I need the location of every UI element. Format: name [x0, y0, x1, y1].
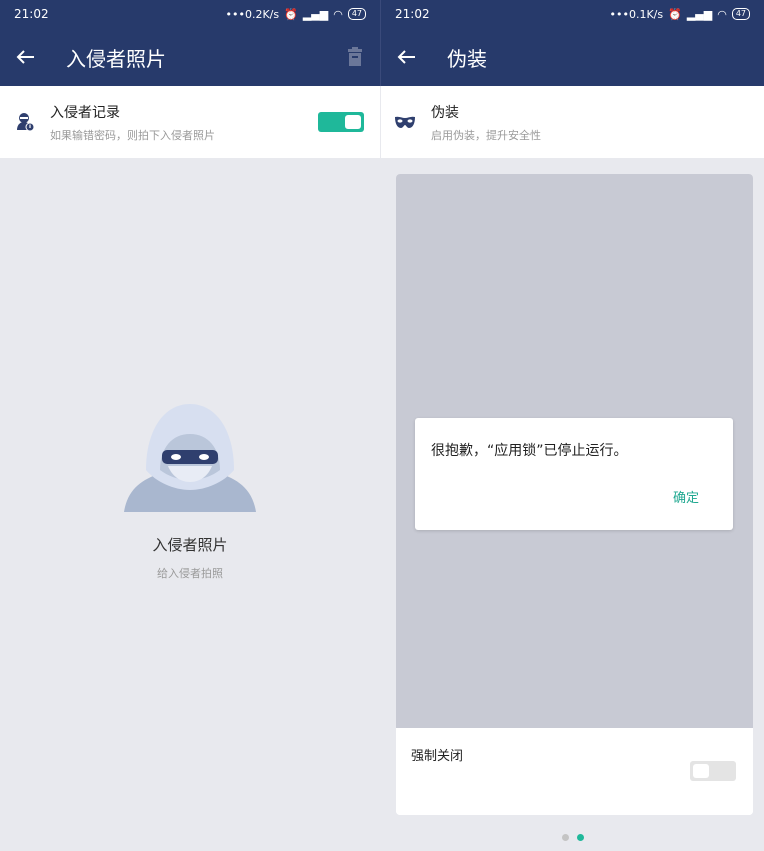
- toggle-knob: [693, 764, 709, 778]
- back-arrow-icon[interactable]: [395, 46, 417, 68]
- app-bar: 入侵者照片: [0, 28, 380, 86]
- battery-icon: 47: [731, 8, 750, 20]
- page-dot[interactable]: [561, 834, 569, 841]
- mask-icon: [393, 110, 417, 134]
- alarm-icon: ⏰: [284, 7, 298, 21]
- page-title: 伪装: [447, 46, 487, 71]
- setting-subtitle: 启用伪装，提升安全性: [431, 128, 541, 142]
- signal-icon: ▂▄▆: [302, 7, 329, 21]
- force-close-row: 强制关闭: [396, 728, 753, 815]
- force-close-label: 强制关闭: [411, 749, 464, 764]
- status-time: 21:02: [395, 7, 430, 21]
- dialog-message: 很抱歉，“应用锁”已停止运行。: [431, 443, 628, 459]
- disguise-setting[interactable]: 伪装 启用伪装，提升安全性: [381, 86, 764, 158]
- setting-subtitle: 如果输错密码，则拍下入侵者照片: [50, 128, 215, 142]
- disguise-screen: 21:02 •••0.1K/s ⏰ ▂▄▆ ◠ 47 伪装 伪装 启用伪装，提升…: [381, 0, 764, 851]
- alarm-icon: ⏰: [668, 7, 682, 21]
- setting-title: 伪装: [431, 104, 459, 121]
- empty-state: 入侵者照片 给入侵者拍照: [0, 400, 380, 581]
- setting-text: 入侵者记录 如果输错密码，则拍下入侵者照片: [50, 102, 318, 143]
- signal-icon: ▂▄▆: [686, 7, 713, 21]
- page-indicator: [381, 834, 764, 841]
- intruder-icon: [12, 110, 36, 134]
- status-bar: 21:02 •••0.2K/s ⏰ ▂▄▆ ◠ 47: [0, 0, 380, 28]
- network-speed: •••0.2K/s: [225, 7, 280, 21]
- intruder-record-toggle[interactable]: [318, 112, 364, 132]
- setting-text: 伪装 启用伪装，提升安全性: [431, 102, 752, 143]
- toggle-knob: [345, 115, 361, 129]
- hacker-illustration: [124, 400, 256, 520]
- crash-dialog: 很抱歉，“应用锁”已停止运行。 确定: [415, 418, 733, 530]
- empty-title: 入侵者照片: [152, 536, 228, 554]
- status-icons: •••0.1K/s ⏰ ▂▄▆ ◠ 47: [609, 8, 750, 21]
- page-dot-active[interactable]: [576, 834, 584, 841]
- page-title: 入侵者照片: [66, 46, 166, 71]
- wifi-icon: ◠: [333, 7, 343, 21]
- force-close-toggle[interactable]: [690, 761, 736, 781]
- disguise-preview-card: 很抱歉，“应用锁”已停止运行。 确定 强制关闭: [396, 174, 753, 815]
- dialog-ok-button[interactable]: 确定: [673, 487, 699, 506]
- empty-subtitle: 给入侵者拍照: [157, 567, 223, 580]
- status-icons: •••0.2K/s ⏰ ▂▄▆ ◠ 47: [225, 8, 366, 21]
- network-speed: •••0.1K/s: [609, 7, 664, 21]
- battery-icon: 47: [347, 8, 366, 20]
- trash-icon[interactable]: [344, 46, 366, 68]
- back-arrow-icon[interactable]: [14, 46, 36, 68]
- intruder-record-setting[interactable]: 入侵者记录 如果输错密码，则拍下入侵者照片: [0, 86, 380, 158]
- setting-title: 入侵者记录: [50, 104, 120, 121]
- preview-area: 很抱歉，“应用锁”已停止运行。 确定: [396, 174, 753, 728]
- wifi-icon: ◠: [717, 7, 727, 21]
- intruder-photos-screen: 21:02 •••0.2K/s ⏰ ▂▄▆ ◠ 47 入侵者照片 入侵者记录 如…: [0, 0, 380, 851]
- status-bar: 21:02 •••0.1K/s ⏰ ▂▄▆ ◠ 47: [381, 0, 764, 28]
- app-bar: 伪装: [381, 28, 764, 86]
- status-time: 21:02: [14, 7, 49, 21]
